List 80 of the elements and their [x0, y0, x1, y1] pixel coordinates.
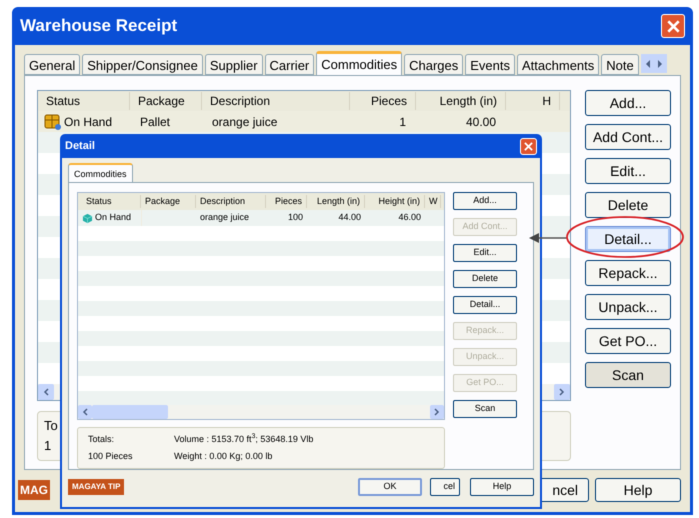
table-cell-text: 1	[398, 114, 407, 131]
table-cell: On Hand	[78, 211, 141, 225]
help-button[interactable]: Help	[595, 478, 681, 502]
close-button[interactable]	[520, 138, 537, 154]
table-cell-text: 40.00	[464, 114, 497, 131]
scroll-left-button[interactable]	[78, 405, 92, 419]
column-header[interactable]: Length (in)	[307, 194, 365, 208]
action-button[interactable]: Detail...	[585, 226, 671, 252]
cube-icon	[82, 212, 93, 224]
help-button[interactable]: Help	[470, 478, 534, 496]
tab[interactable]: Attachments	[517, 54, 600, 75]
window-title: Warehouse Receipt	[20, 15, 178, 38]
close-icon	[666, 20, 680, 32]
chevron-right-icon	[656, 60, 663, 68]
volume-text: Volume : 5153.70 ft$^{3}$; 53648.19 Vlb	[174, 432, 314, 446]
table-cell-text: Pallet	[139, 114, 172, 131]
tab[interactable]: Supplier	[204, 54, 263, 75]
totals-label: Totals:	[88, 432, 116, 446]
tab[interactable]: Shipper/Consignee	[82, 54, 203, 75]
scroll-thumb[interactable]	[92, 405, 168, 419]
totals-label: To	[44, 417, 58, 435]
tab[interactable]: Charges	[404, 54, 464, 75]
chevron-left-icon	[644, 60, 651, 68]
scroll-right-button[interactable]	[554, 384, 570, 400]
pieces-text: 100 Pieces	[88, 450, 134, 463]
tab[interactable]: General	[24, 54, 80, 75]
action-button[interactable]: Add Cont...	[585, 124, 671, 150]
action-button[interactable]: Delete	[453, 270, 517, 288]
package-icon	[44, 112, 62, 131]
action-button[interactable]: Delete	[585, 192, 671, 218]
tab[interactable]: Commodities	[68, 163, 133, 182]
scroll-left-button[interactable]	[38, 384, 54, 400]
column-header[interactable]: Status	[38, 92, 130, 110]
column-header[interactable]: Description	[196, 194, 266, 208]
action-button[interactable]: Edit...	[453, 244, 517, 262]
column-header[interactable]: Package	[130, 92, 202, 110]
action-button[interactable]: Add...	[585, 90, 671, 116]
chevron-right-icon	[434, 408, 440, 416]
action-button[interactable]: Get PO...	[585, 328, 671, 354]
ok-button[interactable]: OK	[358, 478, 422, 496]
table-cell: On Hand	[38, 112, 130, 131]
action-button[interactable]: Scan	[453, 400, 517, 418]
action-button[interactable]: Add...	[453, 192, 517, 210]
tip-button[interactable]: MAGAYA TIP	[68, 479, 124, 495]
close-button[interactable]	[661, 14, 685, 38]
column-header[interactable]: Length (in)	[416, 92, 506, 110]
action-button[interactable]: Detail...	[453, 296, 517, 314]
table-cell-text: orange juice	[199, 211, 250, 224]
column-header[interactable]: W	[425, 194, 441, 208]
cancel-button[interactable]: cel	[430, 478, 460, 496]
table-cell-text: 46.00	[397, 211, 422, 224]
scroll-right-button[interactable]	[430, 405, 444, 419]
column-header[interactable]: Status	[78, 194, 141, 208]
dialog-title: Detail	[65, 138, 95, 154]
tab-scroll-buttons[interactable]	[640, 54, 667, 73]
close-icon	[524, 142, 533, 150]
totals-value: 1	[44, 436, 52, 454]
annotation-arrow	[529, 233, 567, 243]
table-cell-text: 100	[286, 211, 304, 224]
chevron-left-icon	[82, 408, 88, 416]
table-cell-text: orange juice	[211, 114, 278, 131]
column-header[interactable]: Pieces	[350, 92, 416, 110]
table-cell-text: 44.00	[337, 211, 362, 224]
action-button[interactable]: Scan	[585, 362, 671, 388]
column-header[interactable]: H	[506, 92, 560, 110]
action-button[interactable]: Unpack...	[585, 294, 671, 320]
tab[interactable]: Note	[601, 54, 639, 75]
tab[interactable]: Events	[465, 54, 516, 75]
column-header[interactable]: Height (in)	[365, 194, 425, 208]
column-header[interactable]: Pieces	[266, 194, 307, 208]
tab[interactable]: Commodities	[316, 51, 402, 75]
action-button[interactable]: Repack...	[585, 260, 671, 286]
column-header[interactable]: Description	[202, 92, 350, 110]
tab[interactable]: Carrier	[264, 54, 314, 75]
column-header[interactable]: Package	[141, 194, 196, 208]
chevron-left-icon	[42, 388, 49, 396]
tip-button[interactable]: MAG	[18, 480, 50, 500]
action-button[interactable]: Edit...	[585, 158, 671, 184]
weight-text: Weight : 0.00 Kg; 0.00 lb	[174, 450, 274, 463]
chevron-right-icon	[559, 388, 566, 396]
